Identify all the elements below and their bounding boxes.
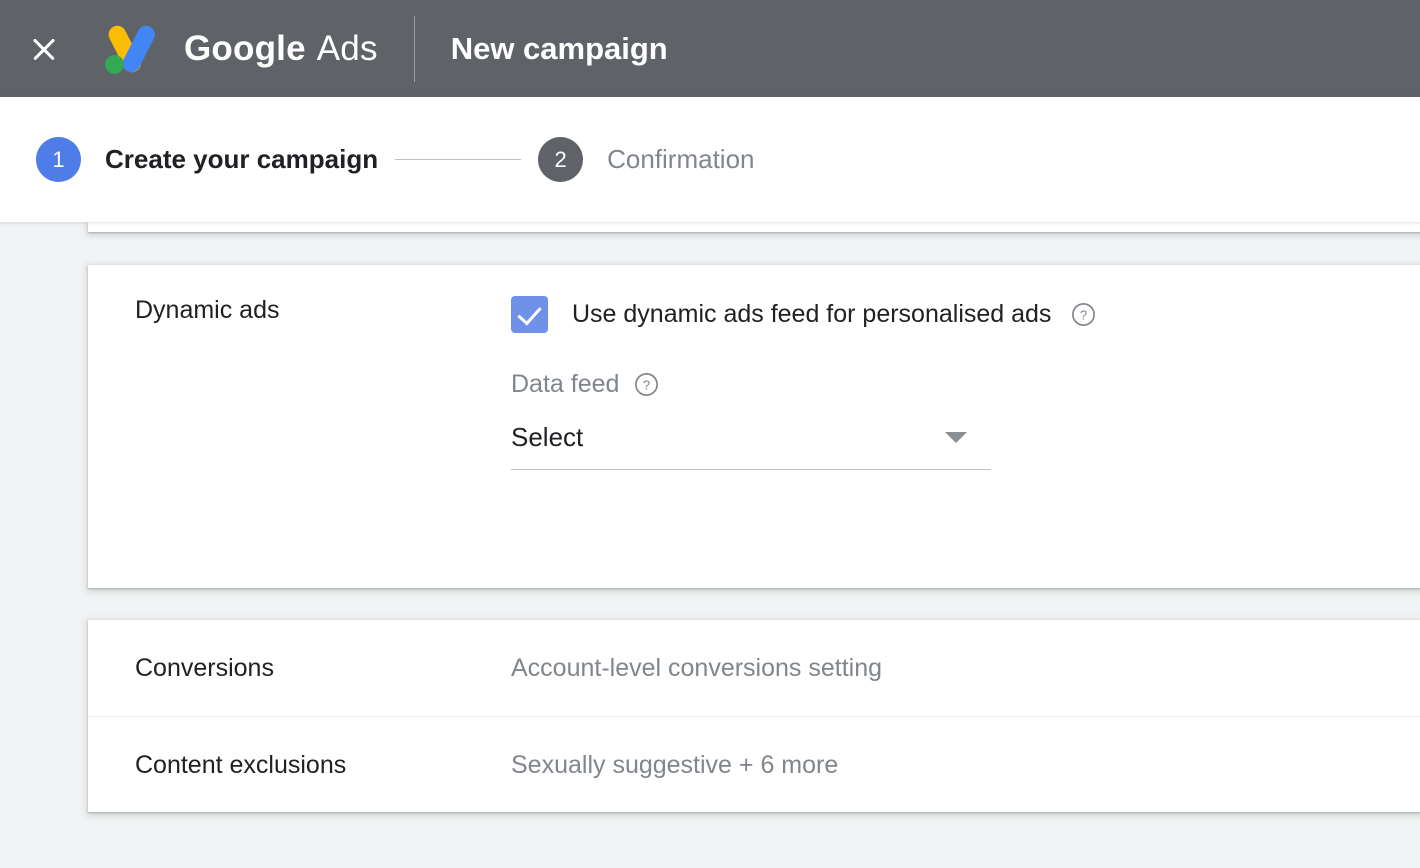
previous-section-card-partial xyxy=(88,222,1420,232)
settings-row-conversions[interactable]: Conversions Account-level conversions se… xyxy=(88,620,1420,716)
dynamic-ads-card: Dynamic ads Use dynamic ads feed for per… xyxy=(88,265,1420,588)
settings-content: Dynamic ads Use dynamic ads feed for per… xyxy=(0,222,1420,868)
dynamic-ads-feed-checkbox-row[interactable]: Use dynamic ads feed for personalised ad… xyxy=(511,296,1420,333)
stepper-step-1-number: 1 xyxy=(36,137,81,182)
stepper-connector xyxy=(395,159,522,160)
stepper: 1 Create your campaign 2 Confirmation xyxy=(0,97,1420,222)
header-divider xyxy=(413,15,415,82)
stepper-step-2[interactable]: 2 Confirmation xyxy=(538,137,755,182)
help-circle-icon-svg: ? xyxy=(635,373,659,396)
conversions-value: Account-level conversions setting xyxy=(511,653,883,682)
svg-text:?: ? xyxy=(1080,307,1087,322)
settings-row-content-exclusions[interactable]: Content exclusions Sexually suggestive +… xyxy=(88,717,1420,813)
dynamic-ads-label: Dynamic ads xyxy=(135,296,280,324)
dynamic-ads-feed-checkbox[interactable] xyxy=(511,296,548,333)
dynamic-ads-controls: Use dynamic ads feed for personalised ad… xyxy=(511,296,1420,470)
brand-ads: Ads xyxy=(316,28,378,68)
help-circle-icon-svg: ? xyxy=(1072,303,1096,326)
brand-wordmark: Google Ads xyxy=(184,29,378,69)
stepper-step-2-number: 2 xyxy=(538,137,584,182)
google-ads-logo-svg xyxy=(105,25,155,74)
dynamic-ads-feed-checkbox-label: Use dynamic ads feed for personalised ad… xyxy=(572,300,1052,328)
help-circle-icon[interactable]: ? xyxy=(1071,302,1096,327)
help-circle-icon[interactable]: ? xyxy=(634,372,659,397)
data-feed-select[interactable]: Select xyxy=(511,422,991,470)
page-title: New campaign xyxy=(450,30,668,66)
stepper-step-1[interactable]: 1 Create your campaign xyxy=(36,137,378,182)
stepper-step-2-label: Confirmation xyxy=(607,144,755,174)
data-feed-label: Data feed xyxy=(511,370,620,398)
content-exclusions-value: Sexually suggestive + 6 more xyxy=(511,750,839,779)
settings-summary-card: Conversions Account-level conversions se… xyxy=(88,620,1420,812)
data-feed-label-row: Data feed ? xyxy=(511,370,1420,399)
svg-text:?: ? xyxy=(643,377,650,392)
stepper-step-1-label: Create your campaign xyxy=(105,144,379,174)
conversions-label: Conversions xyxy=(135,653,274,682)
close-icon[interactable] xyxy=(22,27,66,71)
google-ads-logo xyxy=(100,22,162,76)
dynamic-ads-row: Dynamic ads Use dynamic ads feed for per… xyxy=(88,265,1420,470)
app-header: Google Ads New campaign xyxy=(0,0,1420,97)
data-feed-select-value: Select xyxy=(511,422,584,452)
brand-google: Google xyxy=(184,28,306,68)
chevron-down-icon xyxy=(945,432,967,443)
content-exclusions-label: Content exclusions xyxy=(135,750,347,779)
